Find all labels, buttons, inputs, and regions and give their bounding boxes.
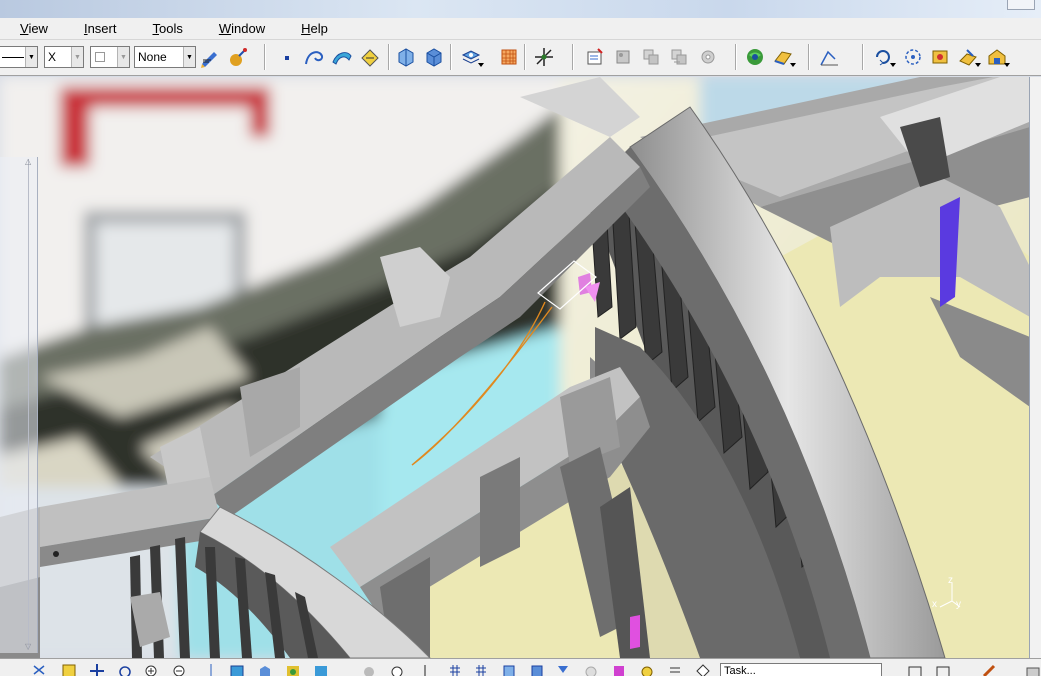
clock-icon[interactable]	[390, 664, 404, 676]
catia-window: View Insert Tools Window Help ▼ X ▼ ▼ No…	[0, 0, 1041, 676]
toolbar-separator	[264, 44, 266, 70]
workbench-icon[interactable]	[986, 46, 1010, 68]
snap-grid-icon[interactable]	[474, 664, 488, 676]
line-sample	[2, 56, 24, 58]
thickness-combo[interactable]: ▼	[90, 46, 130, 68]
point-icon[interactable]	[276, 46, 298, 68]
toolbar-separator	[524, 44, 526, 70]
rotate-icon[interactable]	[118, 664, 132, 676]
toolbar-separator	[450, 44, 452, 70]
axis-z-label: z	[948, 575, 953, 586]
thickness-sample	[95, 52, 105, 62]
box-icon[interactable]	[502, 664, 516, 676]
painter-icon[interactable]	[199, 46, 221, 68]
graphic-properties-icon[interactable]	[227, 46, 249, 68]
layer-combo[interactable]: None ▼	[134, 46, 196, 68]
toolbar-separator	[862, 44, 864, 70]
brush-icon[interactable]	[982, 664, 996, 676]
chevron-down-icon[interactable]	[975, 63, 981, 67]
chevron-down-icon[interactable]: ▼	[183, 47, 195, 67]
select-icon[interactable]	[957, 46, 981, 68]
3d-viewport[interactable]: △ ▽ z x y	[0, 77, 1041, 658]
box2-icon[interactable]	[530, 664, 544, 676]
menu-tools[interactable]: Tools	[146, 20, 188, 37]
toolbar-separator	[388, 44, 390, 70]
snap-icon[interactable]	[359, 46, 381, 68]
multi-view-icon[interactable]	[230, 664, 244, 676]
render-style-icon[interactable]	[744, 46, 766, 68]
highlight-edge	[630, 615, 640, 649]
menu-window[interactable]: Window	[213, 20, 271, 37]
toolbar-separator	[808, 44, 810, 70]
chevron-down-icon[interactable]	[478, 63, 484, 67]
pattern-icon[interactable]	[612, 46, 634, 68]
menu-bar: View Insert Tools Window Help	[0, 18, 1041, 40]
hide-show-icon[interactable]	[314, 664, 328, 676]
measure-icon[interactable]	[362, 664, 376, 676]
toolbar-separator	[572, 44, 574, 70]
menu-insert[interactable]: Insert	[78, 20, 123, 37]
multi-view-icon[interactable]	[460, 46, 484, 68]
cycle-icon[interactable]	[872, 46, 896, 68]
list-icon[interactable]	[668, 664, 682, 676]
chevron-down-icon[interactable]	[1004, 63, 1010, 67]
right-edge-panel	[1029, 77, 1041, 658]
grid-icon[interactable]	[498, 46, 520, 68]
chevron-down-icon[interactable]: ▼	[25, 47, 37, 67]
grid-toggle-icon[interactable]	[448, 664, 462, 676]
toolbar-separator	[735, 44, 737, 70]
pan-icon[interactable]	[90, 664, 104, 676]
title-bar	[0, 0, 1041, 18]
zoom-in-icon[interactable]	[144, 664, 158, 676]
3d-scene[interactable]	[0, 77, 1041, 658]
array2-icon[interactable]	[668, 46, 690, 68]
line-type-combo[interactable]: ▼	[0, 46, 38, 68]
menu-help[interactable]: Help	[295, 20, 334, 37]
plane-icon[interactable]	[929, 46, 951, 68]
chevron-down-icon[interactable]	[790, 63, 796, 67]
chevron-down-icon[interactable]: ▼	[71, 47, 83, 67]
bottom-toolbar: Task...	[0, 658, 1041, 676]
tree-scrollbar[interactable]: △ ▽	[25, 157, 36, 651]
frame2-icon[interactable]	[936, 664, 950, 676]
gear-icon[interactable]	[697, 46, 719, 68]
axis-y-label: y	[956, 599, 961, 610]
filter-icon[interactable]	[556, 664, 570, 676]
zoom-out-icon[interactable]	[172, 664, 186, 676]
light-icon[interactable]	[640, 664, 654, 676]
axis-compass: z x y	[930, 575, 970, 617]
view-back-icon[interactable]	[423, 46, 445, 68]
surface-icon[interactable]	[331, 46, 353, 68]
array-icon[interactable]	[640, 46, 662, 68]
close-window-button[interactable]	[1007, 0, 1035, 10]
shading-icon[interactable]	[286, 664, 300, 676]
command-input[interactable]: Task...	[720, 663, 882, 676]
scroll-up-icon[interactable]: △	[25, 157, 31, 166]
chevron-down-icon[interactable]	[890, 63, 896, 67]
create-datum-icon[interactable]	[584, 46, 606, 68]
print-icon[interactable]	[1026, 664, 1040, 676]
axis-x-label: x	[932, 599, 937, 610]
normal-view-icon[interactable]	[204, 664, 218, 676]
swap-icon[interactable]	[818, 46, 840, 68]
main-toolbar: ▼ X ▼ ▼ None ▼	[0, 40, 1041, 76]
point-type-combo[interactable]: X ▼	[44, 46, 84, 68]
disabled-tool-icon[interactable]	[584, 664, 598, 676]
axis-icon[interactable]	[418, 664, 432, 676]
cut-icon[interactable]	[32, 664, 46, 676]
view-front-icon[interactable]	[395, 46, 417, 68]
fit-all-icon[interactable]	[62, 664, 76, 676]
scroll-down-icon[interactable]: ▽	[25, 642, 31, 651]
menu-view[interactable]: View	[14, 20, 54, 37]
compass-icon[interactable]	[533, 46, 555, 68]
diagnose-icon[interactable]	[772, 46, 796, 68]
chevron-down-icon[interactable]: ▼	[117, 47, 129, 67]
fix-icon[interactable]	[902, 46, 924, 68]
iso-view-icon[interactable]	[258, 664, 272, 676]
diamond-icon[interactable]	[696, 664, 710, 676]
color-tool-icon[interactable]	[612, 664, 626, 676]
curve-icon[interactable]	[303, 46, 325, 68]
frame-icon[interactable]	[908, 664, 922, 676]
